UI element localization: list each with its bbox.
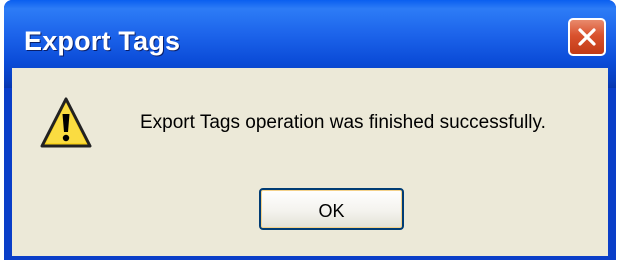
ok-button[interactable]: OK xyxy=(259,188,404,230)
warning-icon xyxy=(40,97,92,148)
ok-button-label: OK xyxy=(318,201,345,221)
dialog-body: Export Tags operation was finished succe… xyxy=(12,68,608,256)
message-text: Export Tags operation was finished succe… xyxy=(140,112,546,133)
dialog-window: Export Tags Export Tags operation was fi… xyxy=(4,0,616,260)
dialog-title: Export Tags xyxy=(24,26,181,56)
close-icon xyxy=(578,28,596,46)
close-button[interactable] xyxy=(568,18,606,56)
